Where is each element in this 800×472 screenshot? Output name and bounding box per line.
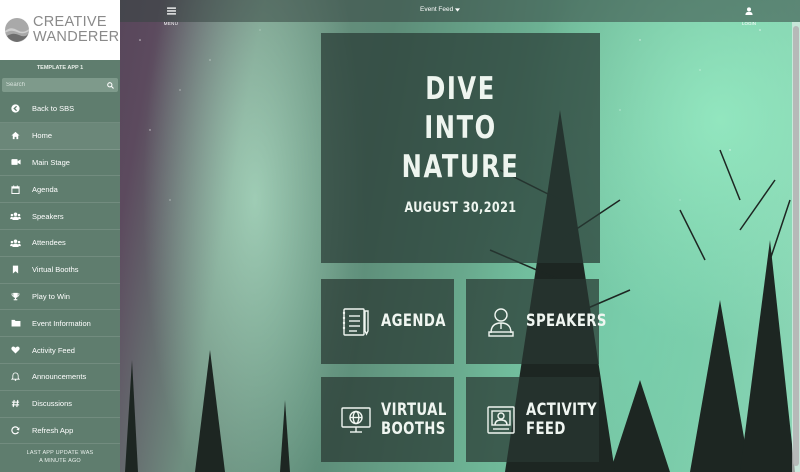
speaker-person-icon [488,307,514,337]
page-scrollbar[interactable] [792,22,800,472]
sidebar-item-label: Agenda [32,184,58,194]
sidebar-item-label: Announcements [32,372,87,382]
sidebar-item-label: Activity Feed [32,345,75,355]
tile-agenda[interactable]: AGENDA [321,279,454,364]
sidebar-nav: Back to SBS Home Main Stage Agenda Speak… [0,96,120,445]
update-note-line-2: A MINUTE AGO [39,458,81,464]
login-button[interactable]: LOGIN [737,2,761,26]
sidebar-item-attendees[interactable]: Attendees [0,230,120,257]
sidebar-item-label: Back to SBS [32,104,75,114]
notepad-icon [342,307,369,336]
hashtag-icon [10,398,21,409]
user-icon [745,7,753,15]
last-update-note: LAST APP UPDATE WAS A MINUTE AGO [0,449,120,465]
sidebar-item-label: Refresh App [32,425,74,435]
sidebar-item-play-to-win[interactable]: Play to Win [0,284,120,311]
hamburger-icon [166,7,176,15]
sidebar-item-announcements[interactable]: Announcements [0,364,120,391]
sidebar-search [2,78,118,92]
brand-line-1: CREATIVE [33,14,107,30]
arrow-left-circle-icon [10,103,21,114]
scrollbar-thumb[interactable] [793,26,799,466]
bell-icon [10,371,21,382]
login-label: LOGIN [741,21,756,26]
bookmark-icon [10,264,21,275]
sidebar-item-label: Discussions [32,399,73,409]
home-icon [10,130,21,141]
monitor-globe-icon [341,406,371,433]
search-input[interactable] [6,82,96,88]
tile-label: SPEAKERS [526,312,607,331]
hero-title-line-1: DIVE [425,71,496,107]
sidebar-item-label: Main Stage [32,157,70,167]
globe-logo-icon [5,18,29,42]
sidebar-item-home[interactable]: Home [0,122,120,150]
brand-name: CREATIVE WANDERER [33,15,119,45]
trophy-icon [10,291,21,302]
sidebar-item-discussions[interactable]: Discussions [0,391,120,418]
tile-speakers[interactable]: SPEAKERS [466,279,606,364]
sidebar-item-refresh-app[interactable]: Refresh App [0,418,120,445]
tile-label-line-1: SPEAKERS [526,311,607,331]
tile-label-line-1: AGENDA [381,311,446,331]
tile-virtual-booths[interactable]: VIRTUAL BOOTHS [321,377,454,462]
event-feed-dropdown[interactable]: Event Feed [420,6,461,13]
caret-down-icon [455,7,461,12]
sidebar-item-virtual-booths[interactable]: Virtual Booths [0,257,120,284]
hero-title-line-3: NATURE [401,149,520,185]
sidebar-item-activity-feed[interactable]: Activity Feed [0,337,120,364]
brand-logo[interactable]: CREATIVE WANDERER [0,0,120,60]
calendar-icon [10,184,21,195]
hero-title-line-2: INTO [424,110,497,146]
sidebar: CREATIVE WANDERER TEMPLATE APP 1 Back to… [0,0,120,472]
sidebar-item-event-information[interactable]: Event Information [0,310,120,338]
sidebar-item-speakers[interactable]: Speakers [0,203,120,230]
hero-title: DIVE INTO NATURE [352,70,570,187]
app-name: TEMPLATE APP 1 [36,65,84,71]
event-date: AUGUST 30,2021 [404,200,517,216]
tile-label-line-1: VIRTUAL [381,399,447,420]
sidebar-item-label: Event Information [32,318,91,328]
sidebar-item-label: Play to Win [32,291,70,301]
tile-label: VIRTUAL BOOTHS [381,399,447,439]
menu-label: MENU [163,21,179,26]
heart-icon [10,345,21,356]
brand-line-2: WANDERER [33,29,120,45]
tile-label: ACTIVITY FEED [526,399,597,439]
sidebar-item-agenda[interactable]: Agenda [0,176,120,204]
users-icon [10,211,21,222]
sidebar-item-label: Virtual Booths [32,265,79,275]
tile-label-line-1: ACTIVITY [526,399,597,420]
tile-label-line-2: FEED [526,418,566,439]
refresh-icon [10,425,21,436]
sidebar-item-label: Home [32,131,53,141]
sidebar-item-label: Attendees [32,238,66,248]
sidebar-item-label: Speakers [32,211,64,221]
event-hero-banner: DIVE INTO NATURE AUGUST 30,2021 [321,33,600,263]
video-camera-icon [10,157,21,168]
tile-label-line-2: BOOTHS [381,418,446,439]
users-icon [10,237,21,248]
search-icon[interactable] [107,81,114,89]
tile-label: AGENDA [381,312,446,331]
sidebar-item-main-stage[interactable]: Main Stage [0,150,120,177]
folder-icon [10,318,21,329]
sidebar-item-back-to-sbs[interactable]: Back to SBS [0,96,120,123]
event-feed-title: Event Feed [420,6,454,13]
profile-card-icon [487,405,515,434]
top-bar: MENU Event Feed LOGIN [120,0,800,26]
update-note-line-1: LAST APP UPDATE WAS [26,450,94,456]
tile-activity-feed[interactable]: ACTIVITY FEED [466,377,599,462]
menu-button[interactable]: MENU [160,2,182,26]
